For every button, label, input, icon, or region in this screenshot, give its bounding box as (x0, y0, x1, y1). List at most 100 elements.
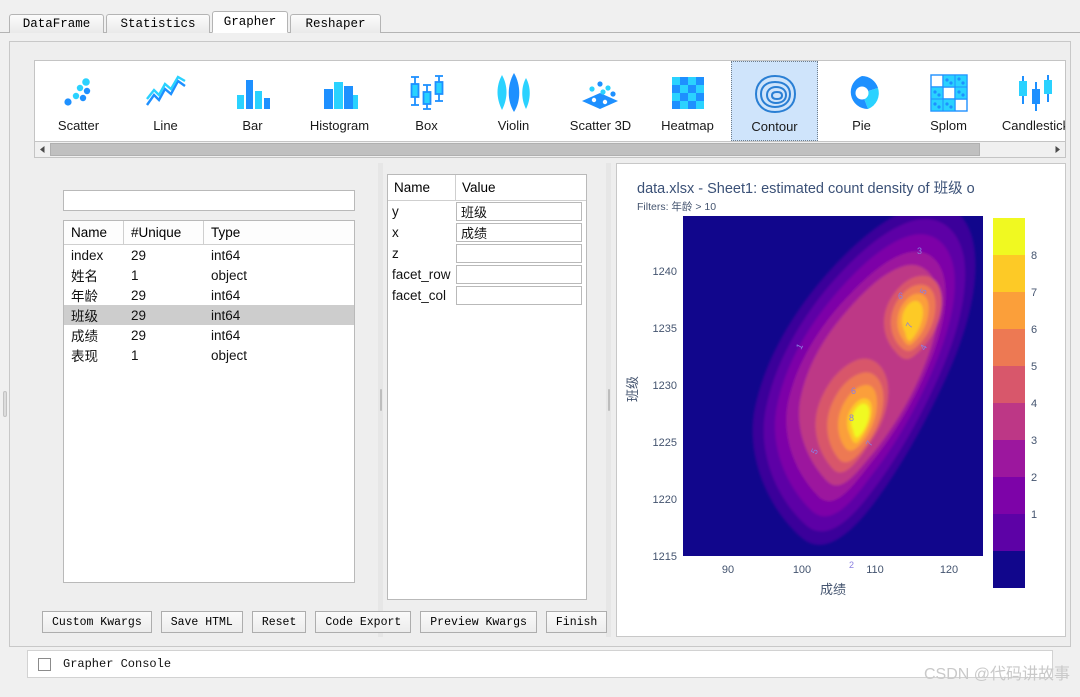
chart-type-pie[interactable]: Pie (818, 61, 905, 141)
columns-table-header: Name #Unique Type (64, 221, 354, 245)
kwargs-row-z[interactable]: z (388, 243, 586, 264)
chart-type-scatter3d[interactable]: Scatter 3D (557, 61, 644, 141)
chart-type-label: Line (153, 118, 178, 133)
kwargs-table[interactable]: Name Value y 班级 x 成绩 z facet_row facet_c… (387, 174, 587, 600)
colorbar-tick-2: 2 (1031, 472, 1037, 484)
cell-name: 表现 (71, 349, 98, 364)
action-button-row: Custom Kwargs Save HTML Reset Code Expor… (42, 611, 608, 633)
cell-name: index (71, 247, 104, 263)
chart-type-box[interactable]: Box (383, 61, 470, 141)
kwargs-value-input-x[interactable]: 成绩 (456, 223, 582, 242)
table-row[interactable]: index 29 int64 (64, 245, 354, 265)
kwargs-name-label: facet_col (392, 288, 447, 303)
scroll-right-arrow-icon[interactable] (1050, 142, 1065, 157)
scatter3d-icon (578, 70, 624, 116)
splitter-grip (607, 389, 610, 411)
chart-type-toolbar[interactable]: Scatter Line Bar Histogram Box Violin Sc… (34, 60, 1066, 142)
scroll-left-arrow-icon[interactable] (35, 142, 50, 157)
cell-unique: 1 (131, 347, 139, 363)
chart-type-line[interactable]: Line (122, 61, 209, 141)
kwargs-value-input-facet-row[interactable] (456, 265, 582, 284)
chart-type-splom[interactable]: Splom (905, 61, 992, 141)
chart-type-contour[interactable]: Contour (731, 61, 818, 141)
chart-type-scatter[interactable]: Scatter (35, 61, 122, 141)
chart-type-heatmap[interactable]: Heatmap (644, 61, 731, 141)
kwargs-name-label: x (392, 225, 399, 240)
grapher-window: DataFrame Statistics Grapher Reshaper Sc… (0, 0, 1080, 697)
kwargs-row-y[interactable]: y 班级 (388, 201, 586, 222)
columns-table[interactable]: Name #Unique Type index 29 int64 姓名 1 ob… (63, 220, 355, 583)
grapher-console-checkbox[interactable] (38, 657, 51, 671)
colorbar-tick-7: 7 (1031, 287, 1037, 299)
plot-panel: data.xlsx - Sheet1: estimated count dens… (616, 163, 1066, 637)
tab-grapher[interactable]: Grapher (212, 11, 288, 33)
table-row[interactable]: 表现 1 object (64, 345, 354, 365)
kwargs-header-name: Name (388, 175, 456, 200)
grapher-console-bar[interactable]: Grapher Console (27, 650, 1053, 678)
splitter-columns-kwargs[interactable] (378, 163, 383, 637)
chart-type-label: Contour (751, 119, 798, 134)
contour-label-3: 3 (917, 246, 922, 256)
column-header-unique: #Unique (124, 221, 204, 244)
left-edge-splitter[interactable] (0, 161, 9, 647)
cell-type: int64 (211, 307, 241, 323)
cell-unique: 29 (131, 307, 147, 323)
kwargs-row-x[interactable]: x 成绩 (388, 222, 586, 243)
custom-kwargs-button[interactable]: Custom Kwargs (42, 611, 152, 633)
preview-kwargs-button[interactable]: Preview Kwargs (420, 611, 537, 633)
kwargs-value-input-y[interactable]: 班级 (456, 202, 582, 221)
tab-statistics[interactable]: Statistics (106, 14, 210, 33)
kwargs-header-value: Value (462, 180, 496, 195)
kwargs-name-label: facet_row (392, 267, 451, 282)
scrollbar-track[interactable] (50, 142, 1050, 157)
cell-name: 年龄 (71, 289, 98, 304)
chart-type-violin[interactable]: Violin (470, 61, 557, 141)
histogram-icon (319, 70, 361, 116)
colorbar-tick-4: 4 (1031, 398, 1037, 410)
chart-type-candlestick[interactable]: Candlestick (992, 61, 1065, 141)
tab-dataframe[interactable]: DataFrame (9, 14, 104, 33)
watermark: CSDN @代码讲故事 (923, 666, 1070, 683)
code-export-button[interactable]: Code Export (315, 611, 412, 633)
table-row[interactable]: 姓名 1 object (64, 265, 354, 285)
y-tick-1215: 1215 (653, 551, 677, 563)
cell-type: object (211, 347, 248, 363)
colorbar-tick-8: 8 (1031, 250, 1037, 262)
column-header-name: Name (64, 221, 124, 244)
chart-type-bar[interactable]: Bar (209, 61, 296, 141)
chart-type-label: Box (415, 118, 438, 133)
splitter-grip (379, 389, 382, 411)
table-row[interactable]: 成绩 29 int64 (64, 325, 354, 345)
chart-type-label: Bar (242, 118, 263, 133)
table-row-selected[interactable]: 班级 29 int64 (64, 305, 354, 325)
candlestick-icon (1014, 70, 1058, 116)
splom-icon (928, 70, 970, 116)
kwargs-row-facet-row[interactable]: facet_row (388, 264, 586, 285)
splitter-kwargs-plot[interactable] (606, 163, 611, 637)
x-tick-90: 90 (722, 564, 734, 576)
chart-type-label: Splom (930, 118, 967, 133)
table-row[interactable]: 年龄 29 int64 (64, 285, 354, 305)
cell-name: 班级 (71, 309, 98, 324)
y-axis-ticks: 1215 1220 1225 1230 1235 1240 (653, 266, 677, 563)
colorbar: 8 7 6 5 4 3 2 1 (993, 218, 1037, 588)
kwargs-value-input-facet-col[interactable] (456, 286, 582, 305)
kwargs-value-input-z[interactable] (456, 244, 582, 263)
chart-type-label: Violin (497, 118, 530, 133)
tab-reshaper[interactable]: Reshaper (290, 14, 381, 33)
scrollbar-thumb[interactable] (50, 143, 980, 156)
contour-label-6: 6 (851, 386, 856, 396)
chart-type-histogram[interactable]: Histogram (296, 61, 383, 141)
finish-button[interactable]: Finish (545, 611, 608, 633)
reset-button[interactable]: Reset (251, 611, 307, 633)
cell-type: int64 (211, 287, 241, 303)
toolbar-scrollbar[interactable] (34, 141, 1066, 158)
x-axis-ticks: 90 100 110 120 (722, 564, 958, 576)
column-filter-input[interactable] (63, 190, 355, 211)
y-tick-1220: 1220 (653, 494, 677, 506)
y-tick-1235: 1235 (653, 323, 677, 335)
kwargs-row-facet-col[interactable]: facet_col (388, 285, 586, 306)
save-html-button[interactable]: Save HTML (160, 611, 243, 633)
bar-icon (233, 70, 273, 116)
kwargs-name-label: z (392, 246, 399, 261)
